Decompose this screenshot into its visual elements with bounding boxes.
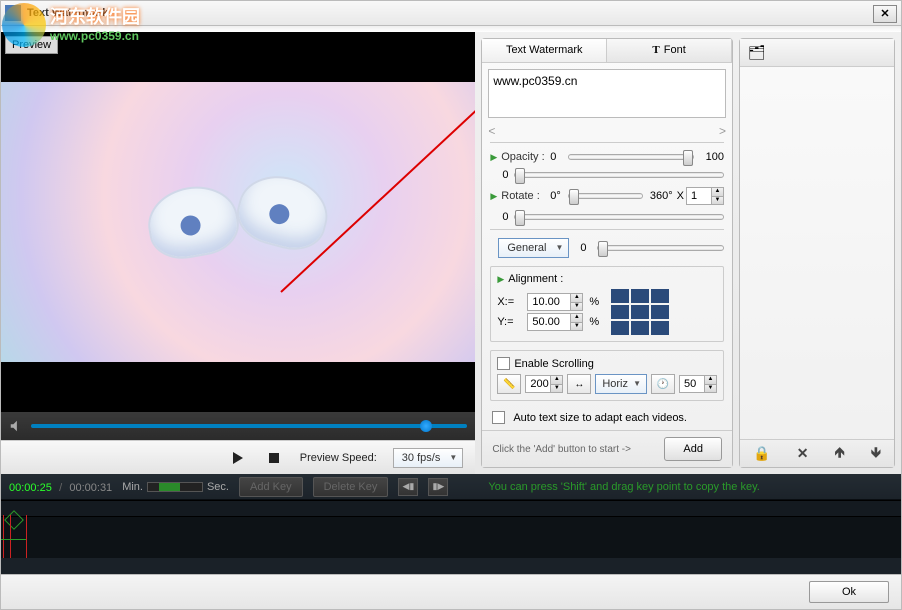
preview-speed-label: Preview Speed: (300, 452, 377, 464)
titlebar: Text Watermark ✕ (0, 0, 902, 26)
rotate-sub: 0 (502, 211, 508, 223)
alignment-label: Alignment : (508, 273, 563, 285)
volume-icon[interactable] (9, 419, 23, 433)
scroll-width-spinner[interactable]: 200▲▼ (525, 375, 563, 393)
opacity-slider[interactable] (568, 154, 694, 160)
autosize-label: Auto text size to adapt each videos. (513, 412, 687, 424)
expand-opacity-icon[interactable]: ▶ (490, 152, 497, 163)
opacity-max: 100 (698, 151, 724, 163)
opacity-label: Opacity : (501, 151, 546, 163)
stop-button[interactable] (264, 448, 284, 468)
app-icon (5, 5, 21, 21)
clock-icon[interactable]: 🕐 (651, 374, 675, 394)
opacity-sub-slider[interactable] (514, 172, 724, 178)
seek-bar[interactable] (1, 412, 475, 440)
general-slider[interactable] (597, 245, 724, 251)
keyframe-marker[interactable] (1, 515, 27, 558)
fps-select[interactable]: 30 fps/s (393, 448, 464, 468)
general-select[interactable]: General (498, 238, 569, 258)
ruler-icon[interactable]: 📏 (497, 374, 521, 394)
rotate-x-spinner[interactable]: 1▲▼ (686, 187, 724, 205)
play-button[interactable] (228, 448, 248, 468)
window-title: Text Watermark (27, 7, 108, 19)
rotate-label: Rotate : (501, 190, 546, 202)
move-up-icon[interactable]: 🡹 (835, 442, 845, 466)
rotate-min: 0° (550, 190, 564, 202)
close-button[interactable]: ✕ (873, 5, 897, 23)
prev-key-button[interactable]: ◀▮ (398, 478, 418, 496)
rotate-max: 360° (647, 190, 673, 202)
preview-button[interactable]: Preview (5, 36, 58, 54)
scroll-left-icon[interactable]: < (488, 124, 495, 138)
expand-alignment-icon[interactable]: ▶ (497, 274, 504, 285)
enable-scrolling-checkbox[interactable] (497, 357, 510, 370)
video-preview (1, 32, 475, 412)
delete-key-button[interactable]: Delete Key (313, 477, 389, 497)
scroll-delay-spinner[interactable]: 50▲▼ (679, 375, 717, 393)
time-current: 00:00:25 (9, 482, 52, 494)
timeline-track[interactable] (1, 500, 901, 558)
watermark-list (740, 67, 894, 439)
lock-icon[interactable]: 🔒 (753, 445, 770, 462)
add-hint: Click the 'Add' button to start -> (492, 444, 631, 455)
opacity-min: 0 (550, 151, 564, 163)
timeline-hint: You can press 'Shift' and drag key point… (488, 481, 759, 493)
rotate-sub-slider[interactable] (514, 214, 724, 220)
enable-scrolling-label: Enable Scrolling (514, 358, 594, 370)
tab-font[interactable]: TT Font Font (607, 39, 732, 62)
layers-icon: 🗂 (748, 44, 766, 61)
ok-button[interactable]: Ok (809, 581, 889, 603)
direction-icon[interactable]: ↔ (567, 374, 591, 394)
scroll-direction-select[interactable]: Horiz (595, 374, 647, 394)
align-x-spinner[interactable]: 10.00▲▼ (527, 293, 583, 311)
expand-rotate-icon[interactable]: ▶ (490, 191, 497, 202)
opacity-sub: 0 (502, 169, 508, 181)
add-button[interactable]: Add (664, 437, 722, 461)
tab-text-watermark[interactable]: Text Watermark (482, 39, 607, 62)
alignment-grid[interactable] (611, 289, 669, 335)
move-down-icon[interactable]: 🡻 (871, 442, 881, 466)
add-key-button[interactable]: Add Key (239, 477, 303, 497)
time-total: 00:00:31 (69, 482, 112, 494)
delete-icon[interactable]: ✕ (797, 445, 809, 462)
rotate-slider[interactable] (568, 193, 642, 199)
zoom-slider[interactable]: Min. Sec. (122, 481, 229, 493)
autosize-checkbox[interactable] (492, 411, 505, 424)
watermark-text-input[interactable] (489, 70, 725, 117)
align-y-spinner[interactable]: 50.00▲▼ (527, 313, 583, 331)
seek-thumb[interactable] (420, 420, 432, 432)
general-value: 0 (573, 242, 593, 254)
next-key-button[interactable]: ▮▶ (428, 478, 448, 496)
scroll-right-icon[interactable]: > (719, 124, 726, 138)
